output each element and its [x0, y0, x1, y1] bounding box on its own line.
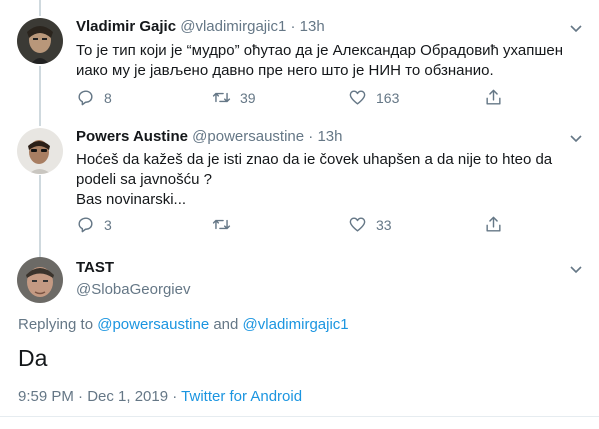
replying-to: Replying to @powersaustine and @vladimir…	[18, 316, 349, 333]
like-count: 163	[376, 89, 400, 106]
tweet-text-line: Hoćeš da kažeš da je isti znao da ie čov…	[76, 151, 553, 168]
tweet-time[interactable]: 13h	[317, 128, 342, 145]
retweet-icon	[212, 92, 231, 103]
tweet-timestamp[interactable]: 9:59 PM · Dec 1, 2019 ·	[18, 388, 177, 405]
share-button[interactable]	[484, 88, 512, 107]
replying-prefix: Replying to	[18, 316, 94, 333]
chevron-down-icon[interactable]	[569, 22, 583, 36]
retweet-icon	[212, 219, 231, 230]
reply-button[interactable]: 8	[76, 88, 114, 107]
tweet-text-line: podeli sa javnošću ?	[76, 171, 212, 188]
tweet-header: Vladimir Gajic @vladimirgajic1 · 13h	[76, 18, 325, 35]
chevron-down-icon[interactable]	[569, 263, 583, 277]
user-handle[interactable]: @SlobaGeorgiev	[76, 281, 190, 298]
thread-line	[39, 66, 41, 126]
tweet-text: Hoćeš da kažeš da je isti znao da ie čov…	[76, 150, 552, 210]
user-handle[interactable]: @powersaustine	[192, 128, 304, 145]
replying-and: and	[213, 316, 239, 333]
tweet-header: Powers Austine @powersaustine · 13h	[76, 128, 342, 145]
display-name[interactable]: TAST	[76, 259, 114, 276]
reply-count: 3	[104, 216, 112, 233]
thread-line	[39, 175, 41, 257]
share-icon	[486, 216, 501, 232]
thread-line	[39, 0, 41, 16]
share-icon	[486, 89, 501, 105]
reply-button[interactable]: 3	[76, 215, 114, 234]
divider	[0, 416, 599, 417]
mention-link[interactable]: @vladimirgajic1	[243, 316, 349, 333]
chevron-down-icon[interactable]	[569, 132, 583, 146]
user-handle[interactable]: @vladimirgajic1	[180, 18, 286, 35]
tweet-source-link[interactable]: Twitter for Android	[181, 388, 302, 405]
display-name[interactable]: Vladimir Gajic	[76, 18, 176, 35]
reply-count: 8	[104, 89, 112, 106]
heart-icon	[349, 90, 366, 105]
retweet-count: 39	[240, 89, 256, 106]
tweet-text-line: То је тип који је “мудро” оћутао да је А…	[76, 42, 564, 59]
mention-link[interactable]: @powersaustine	[97, 316, 209, 333]
like-button[interactable]: 163	[348, 88, 399, 107]
separator: ·	[308, 128, 314, 145]
avatar[interactable]	[17, 128, 63, 174]
tweet-time[interactable]: 13h	[300, 18, 325, 35]
separator: ·	[290, 18, 296, 35]
share-button[interactable]	[484, 215, 512, 234]
display-name[interactable]: Powers Austine	[76, 128, 188, 145]
like-button[interactable]: 33	[348, 215, 392, 234]
retweet-button[interactable]: 39	[212, 88, 256, 107]
reply-icon	[78, 217, 93, 233]
tweet-text-line: Bas novinarski...	[76, 191, 187, 208]
avatar[interactable]	[17, 257, 63, 303]
like-count: 33	[376, 216, 392, 233]
retweet-button[interactable]	[212, 215, 250, 234]
reply-icon	[78, 90, 93, 106]
main-tweet-text: Da	[18, 345, 48, 371]
tweet-meta: 9:59 PM · Dec 1, 2019 · Twitter for Andr…	[18, 388, 302, 405]
tweet-text: То је тип који је “мудро” оћутао да је А…	[76, 41, 563, 81]
avatar[interactable]	[17, 18, 63, 64]
tweet-text-line: иако му је јављено давно пре него што је…	[76, 62, 494, 79]
heart-icon	[349, 217, 366, 232]
